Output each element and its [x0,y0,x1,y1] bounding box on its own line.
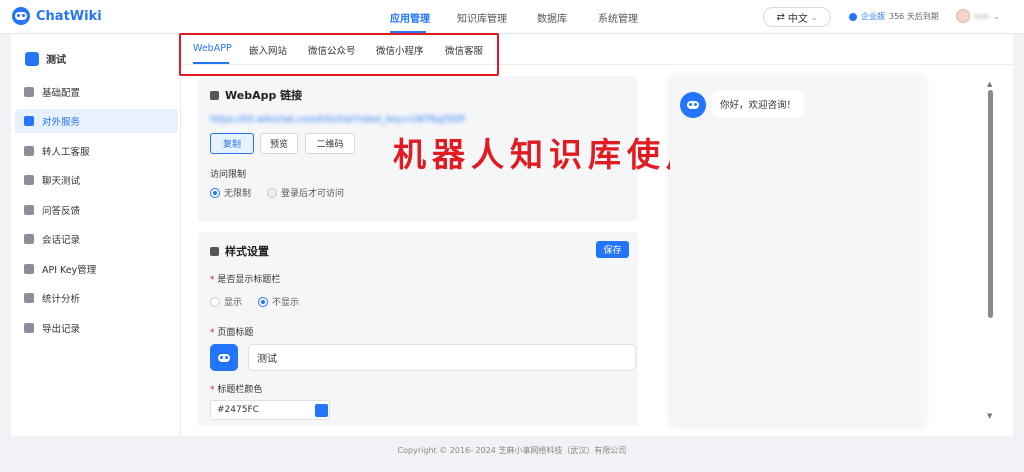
mobile-preview: 你好，欢迎咨询！ [670,76,925,426]
titlebar-color-input[interactable]: #2475FC [210,400,330,420]
sidebar-item-statistics[interactable]: 统计分析 [15,286,178,310]
titlebar-radio-group: 显示 不显示 [210,295,299,308]
sidebar-item-label: 对外服务 [42,117,81,128]
api-key-icon [24,264,34,274]
robot-avatar-icon [687,101,699,109]
annotation-overlay-text: 机器人知识库使用 [393,135,705,174]
card-title: WebApp 链接 [210,87,302,103]
preview-button[interactable]: 预览 [260,133,298,154]
nav-database[interactable]: 数据库 [537,10,567,25]
tabs-highlight-box [179,33,499,76]
sidebar-item-session-records[interactable]: 会话记录 [15,227,178,251]
save-button[interactable]: 保存 [596,241,629,258]
sidebar-item-export-records[interactable]: 导出记录 [15,316,178,340]
access-limit-label: 访问限制 [210,170,247,180]
sidebar-item-feedback[interactable]: 问答反馈 [15,198,178,222]
color-swatch[interactable] [315,404,328,417]
translate-icon: ⇄ [776,11,785,23]
sidebar-item-label: 问答反馈 [42,206,81,217]
history-icon [24,234,34,244]
sidebar-item-label: 会话记录 [42,235,81,246]
app-logo[interactable]: ChatWiki [12,7,102,25]
webapp-url[interactable]: https://h5.wikichat.com/h5/chat?robot_ke… [210,115,466,125]
chart-icon [24,293,34,303]
titlebar-show-radio[interactable] [210,296,220,307]
titlebar-color-label: * 标题栏颜色 [210,385,263,395]
sidebar-item-api-key[interactable]: API Key管理 [15,257,178,281]
access-radio-group: 无限制 登录后才可访问 [210,186,344,199]
access-unlimited-radio[interactable] [210,187,220,198]
enterprise-badge-icon [849,12,857,21]
robot-name: 测试 [46,55,66,66]
card-title: 样式设置 [210,243,269,259]
sidebar-item-label: 转人工客服 [42,147,90,158]
style-settings-card: 样式设置 保存 * 是否显示标题栏 显示 不显示 * 页面标题 测试 * 标题栏… [198,232,638,426]
copy-button[interactable]: 复制 [210,133,254,154]
language-selector[interactable]: ⇄ 中文 ⌄ [763,7,831,27]
scroll-down-arrow-icon[interactable]: ▼ [987,412,992,420]
feedback-icon [24,205,34,215]
robot-icon [25,51,39,66]
username: ​nnn [974,11,990,21]
nav-knowledge-base[interactable]: 知识库管理 [457,10,507,25]
webapp-card-title: WebApp 链接 [225,89,303,102]
page-avatar-upload[interactable] [210,344,238,371]
top-bar: ChatWiki 应用管理 知识库管理 数据库 系统管理 ⇄ 中文 ⌄ 企业版 … [0,0,1024,34]
agent-icon [24,146,34,156]
footer-copyright: Copyright © 2016- 2024 芝麻小事网络科技（武汉）有限公司 [397,446,627,455]
nav-app-management[interactable]: 应用管理 [390,10,430,25]
chevron-down-icon: ⌄ [993,11,1000,21]
nav-system-management[interactable]: 系统管理 [598,10,638,25]
style-card-title: 样式设置 [225,245,269,258]
titlebar-hide-label: 不显示 [272,298,300,308]
titlebar-hide-radio[interactable] [258,296,269,307]
chevron-down-icon: ⌄ [810,12,818,22]
sidebar-item-human-agent[interactable]: 转人工客服 [15,139,178,163]
sidebar-item-basic-config[interactable]: 基础配置 [15,80,178,104]
robot-logo-icon [12,7,30,25]
chat-test-icon [24,175,34,185]
app-name: ChatWiki [36,8,102,24]
access-login-required-radio[interactable] [267,187,278,198]
titlebar-label: * 是否显示标题栏 [210,275,281,285]
edition-label: 企业版 [861,12,885,21]
user-menu[interactable]: ​nnn ⌄ [956,9,1000,23]
sidebar-item-chat-test[interactable]: 聊天测试 [15,168,178,192]
sidebar-item-label: API Key管理 [42,265,97,276]
link-icon [210,90,219,100]
sidebar-item-external-service[interactable]: 对外服务 [15,109,178,133]
sidebar-item-label: 聊天测试 [42,176,81,187]
gear-icon [24,87,34,97]
titlebar-show-label: 显示 [224,298,243,308]
scrollbar[interactable]: ▲ ▼ [985,78,995,424]
page-title-input[interactable]: 测试 [248,344,636,371]
bot-avatar [680,92,706,118]
sidebar-item-label: 导出记录 [42,324,81,335]
sidebar: 测试 基础配置 对外服务 转人工客服 聊天测试 问答反馈 会话记录 API Ke… [11,34,181,436]
robot-avatar-icon [218,353,230,362]
phone-icon [210,246,219,256]
avatar [956,9,970,23]
page-title-label: * 页面标题 [210,328,254,338]
service-icon [24,116,34,126]
color-value: #2475FC [217,405,259,415]
greeting-bubble: 你好，欢迎咨询！ [712,91,805,117]
export-icon [24,323,34,333]
access-login-required-label: 登录后才可访问 [281,189,345,199]
scroll-up-arrow-icon[interactable]: ▲ [987,80,992,88]
access-unlimited-label: 无限制 [224,189,252,199]
robot-header: 测试 [25,51,66,66]
edition-info: 企业版 356 天后到期 [849,11,939,22]
qrcode-button[interactable]: 二维码 [305,133,355,154]
language-label: 中文 [787,13,808,25]
scroll-thumb[interactable] [988,90,993,318]
sidebar-item-label: 统计分析 [42,294,81,305]
expiry-text: 356 天后到期 [889,12,939,21]
sidebar-item-label: 基础配置 [42,88,81,99]
